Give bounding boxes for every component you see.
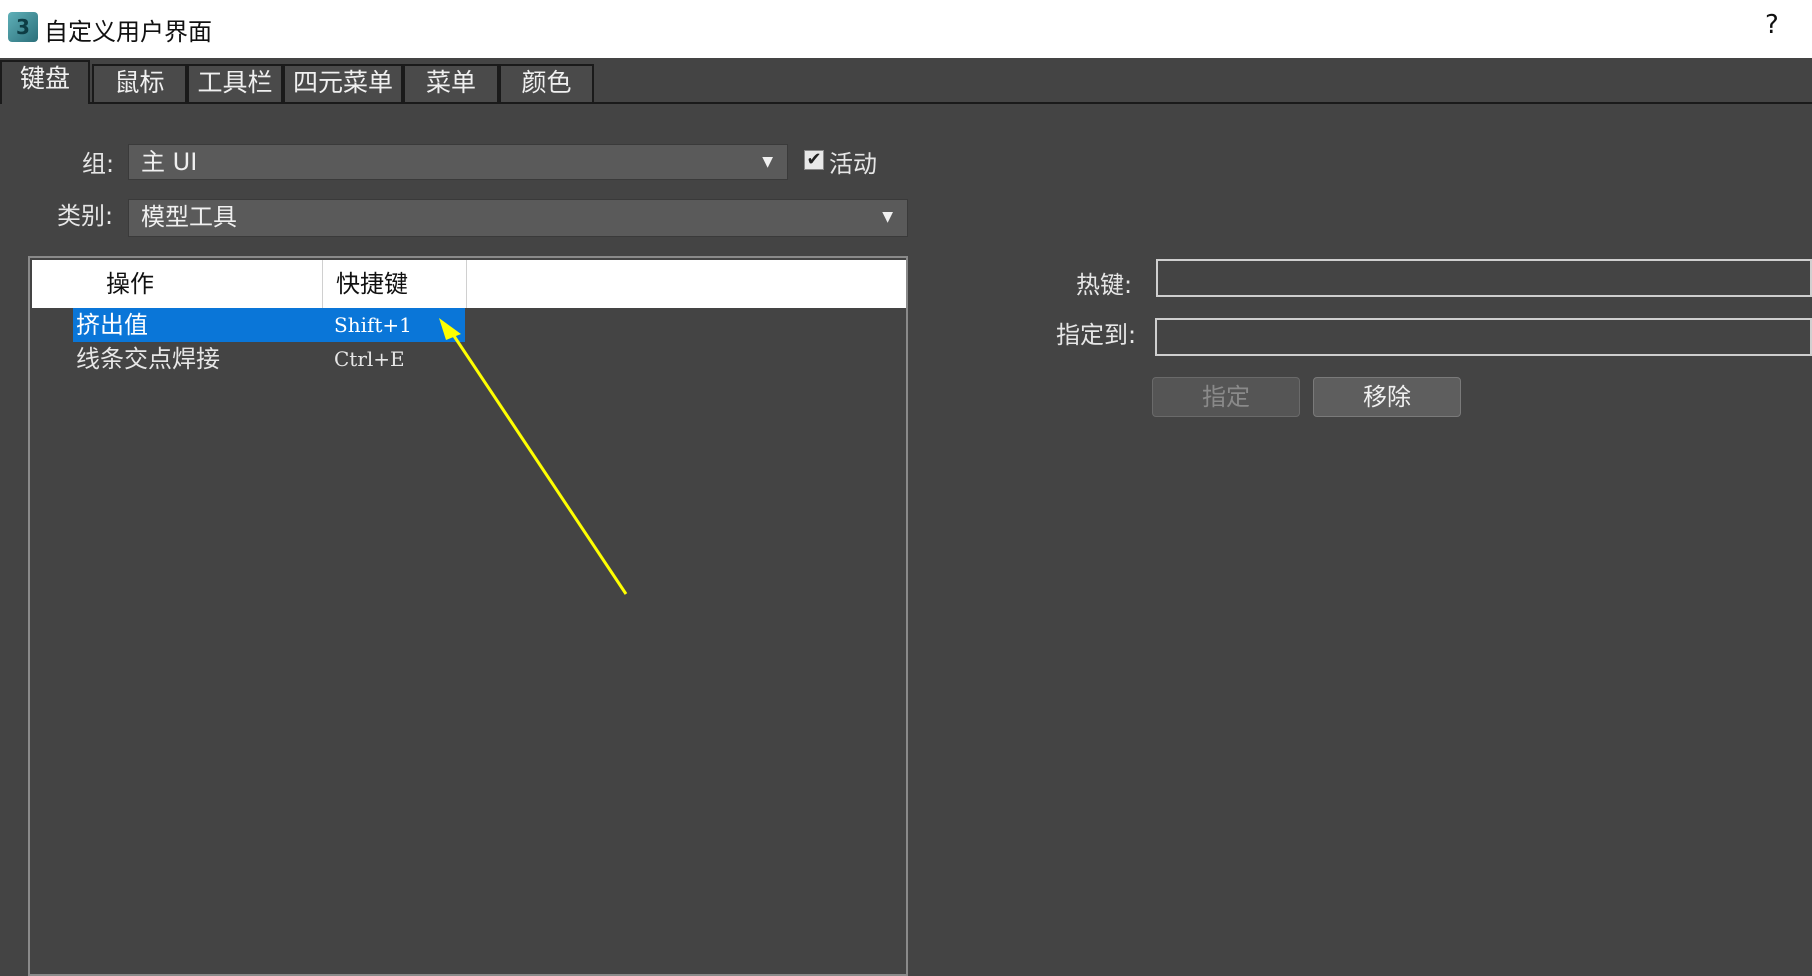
shortcut-value: Shift+1 bbox=[334, 313, 412, 337]
assign-button[interactable]: 指定 bbox=[1152, 377, 1300, 417]
tab-toolbars[interactable]: 工具栏 bbox=[187, 64, 283, 102]
shortcut-value: Ctrl+E bbox=[334, 347, 405, 371]
list-item[interactable]: 挤出值 Shift+1 bbox=[30, 308, 906, 342]
active-label: 活动 bbox=[829, 150, 877, 178]
category-dropdown[interactable]: 模型工具 ▼ bbox=[128, 199, 908, 237]
tab-menus[interactable]: 菜单 bbox=[403, 64, 499, 102]
tab-keyboard[interactable]: 键盘 bbox=[0, 60, 90, 104]
list-item[interactable]: 线条交点焊接 Ctrl+E bbox=[30, 342, 906, 376]
hotkey-input[interactable] bbox=[1156, 259, 1812, 297]
chevron-down-icon: ▼ bbox=[762, 154, 773, 170]
category-label: 类别: bbox=[57, 202, 114, 230]
column-header-shortcut[interactable]: 快捷键 bbox=[336, 260, 408, 308]
app-logo-icon: 3 bbox=[8, 12, 38, 42]
help-button[interactable]: ? bbox=[1765, 10, 1779, 40]
tab-divider bbox=[0, 102, 1812, 104]
action-name: 线条交点焊接 bbox=[76, 345, 220, 373]
column-header-action[interactable]: 操作 bbox=[106, 260, 154, 308]
hotkey-label: 热键: bbox=[1076, 271, 1133, 299]
group-dropdown[interactable]: 主 UI ▼ bbox=[128, 144, 788, 180]
tab-mouse[interactable]: 鼠标 bbox=[92, 64, 187, 102]
active-checkbox[interactable]: ✔ bbox=[804, 150, 824, 170]
tab-quad-menus[interactable]: 四元菜单 bbox=[283, 64, 403, 102]
assign-to-field[interactable] bbox=[1155, 318, 1812, 356]
window-title: 自定义用户界面 bbox=[44, 18, 212, 46]
assign-to-label: 指定到: bbox=[1056, 321, 1137, 349]
column-divider[interactable] bbox=[466, 260, 467, 308]
tab-colors[interactable]: 颜色 bbox=[499, 64, 594, 102]
category-value: 模型工具 bbox=[141, 203, 237, 231]
list-header: 操作 快捷键 bbox=[32, 260, 906, 308]
chevron-down-icon: ▼ bbox=[882, 209, 893, 225]
remove-button[interactable]: 移除 bbox=[1313, 377, 1461, 417]
group-value: 主 UI bbox=[141, 148, 198, 176]
action-name: 挤出值 bbox=[76, 311, 148, 339]
title-bar: 3 自定义用户界面 ? bbox=[0, 0, 1812, 58]
group-label: 组: bbox=[82, 150, 115, 178]
action-list[interactable]: 操作 快捷键 挤出值 Shift+1 线条交点焊接 Ctrl+E bbox=[28, 256, 908, 976]
column-divider[interactable] bbox=[322, 260, 323, 308]
